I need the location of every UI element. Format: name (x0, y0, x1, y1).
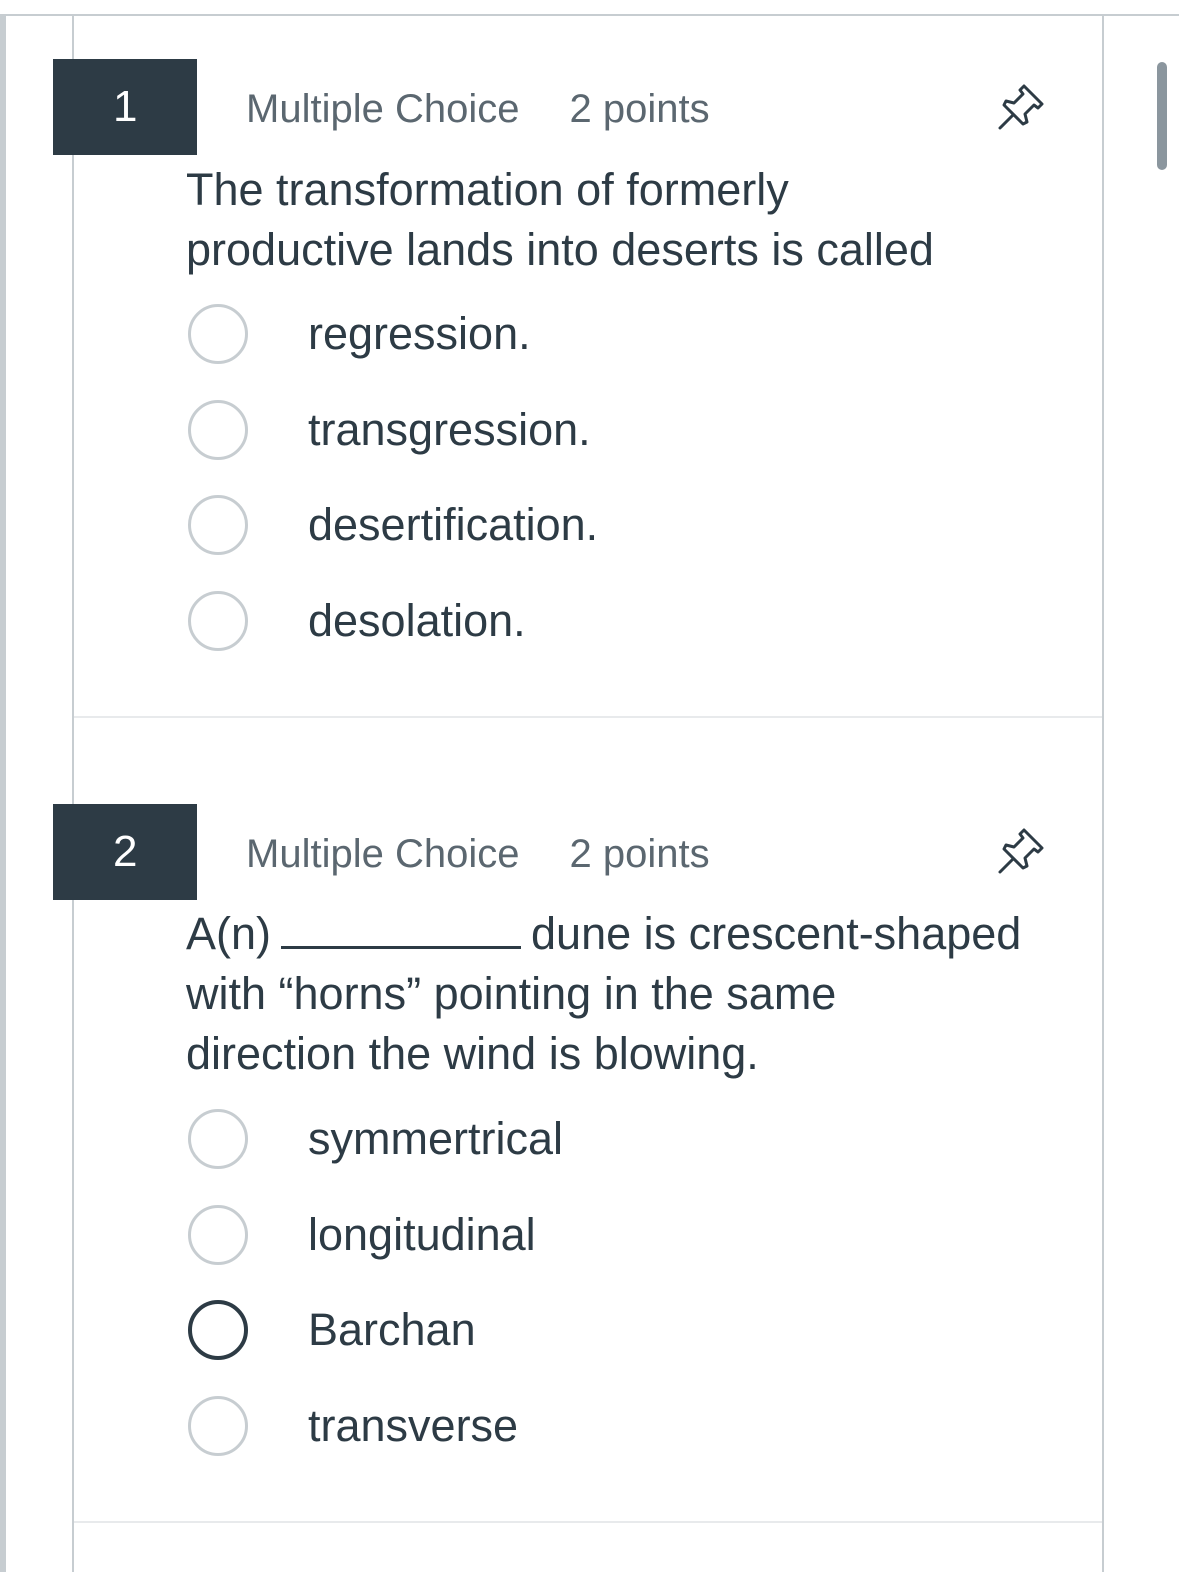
left-edge (0, 16, 6, 1572)
question-text-line: direction the wind is blowing. (186, 1028, 759, 1079)
answer-option[interactable]: Barchan (188, 1300, 988, 1360)
answer-label: transgression. (308, 404, 591, 455)
fill-in-blank (281, 905, 522, 949)
radio-button[interactable] (188, 591, 248, 651)
question-text-line: productive lands into deserts is called (186, 224, 934, 275)
question-header: Multiple Choice 2 points (246, 84, 710, 134)
answer-label: longitudinal (308, 1209, 536, 1260)
answer-option[interactable]: desertification. (188, 495, 988, 555)
question-text: A(n) dune is crescent-shaped with “horns”… (186, 904, 1066, 1084)
question-type: Multiple Choice (246, 86, 520, 131)
question-text-line: The transformation of formerly (186, 164, 789, 215)
question-text-line: with “horns” pointing in the same (186, 968, 837, 1019)
radio-button-focused[interactable] (188, 1300, 248, 1360)
question-points: 2 points (569, 831, 710, 876)
question-number: 1 (53, 59, 197, 155)
answer-label: regression. (308, 308, 531, 359)
radio-button[interactable] (188, 1109, 248, 1169)
answer-option[interactable]: regression. (188, 304, 988, 364)
answer-option[interactable]: transverse (188, 1396, 988, 1456)
question-number: 2 (53, 804, 197, 900)
answer-label: symmertrical (308, 1113, 563, 1164)
answer-label: desertification. (308, 499, 599, 550)
question-text: The transformation of formerly productiv… (186, 160, 1066, 280)
answer-option[interactable]: transgression. (188, 400, 988, 460)
question-text-part: A(n) (186, 908, 272, 959)
pin-icon[interactable] (994, 822, 1050, 878)
question-text-line: A(n) dune is crescent-shaped (186, 904, 1066, 964)
scrollbar-thumb[interactable] (1157, 62, 1167, 170)
radio-button[interactable] (188, 1205, 248, 1265)
question-divider (74, 716, 1102, 718)
answer-label: desolation. (308, 595, 526, 646)
question-header: Multiple Choice 2 points (246, 829, 710, 879)
answer-option[interactable]: symmertrical (188, 1109, 988, 1169)
answer-label: Barchan (308, 1304, 476, 1355)
radio-button[interactable] (188, 400, 248, 460)
radio-button[interactable] (188, 304, 248, 364)
answer-option[interactable]: longitudinal (188, 1205, 988, 1265)
radio-button[interactable] (188, 1396, 248, 1456)
question-text-part: dune is crescent-shaped (531, 908, 1022, 959)
answer-label: transverse (308, 1400, 519, 1451)
question-divider (74, 1521, 1102, 1523)
answer-option[interactable]: desolation. (188, 591, 988, 651)
pin-icon[interactable] (994, 78, 1050, 134)
question-type: Multiple Choice (246, 831, 520, 876)
question-points: 2 points (569, 86, 710, 131)
radio-button[interactable] (188, 495, 248, 555)
